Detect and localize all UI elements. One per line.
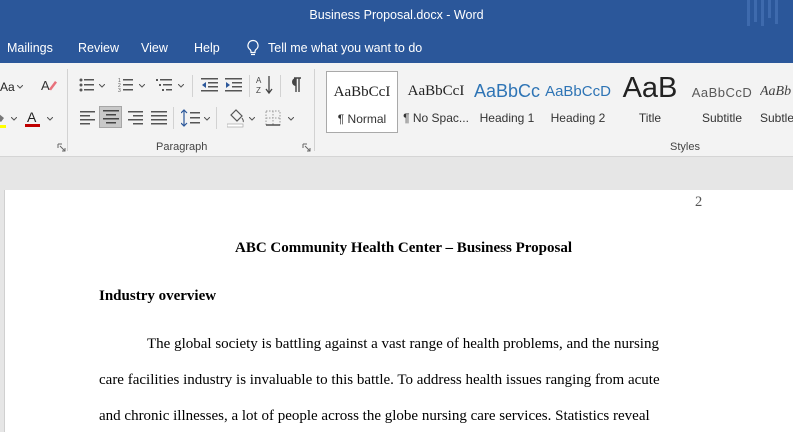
tab-help[interactable]: Help: [194, 41, 220, 55]
chevron-down-icon[interactable]: [47, 117, 53, 121]
multilevel-list-icon[interactable]: [156, 77, 174, 93]
paragraph-line[interactable]: The global society is battling against a…: [147, 336, 659, 353]
align-left-icon[interactable]: [80, 110, 96, 126]
chevron-down-icon[interactable]: [17, 85, 23, 89]
style-name: Subtle: [760, 111, 793, 125]
chevron-down-icon[interactable]: [99, 84, 105, 88]
style-subtitle[interactable]: AaBbCcD Subtitle: [688, 71, 756, 133]
paragraph-line[interactable]: care facilities industry is invaluable t…: [99, 372, 660, 389]
ribbon-separator: [173, 107, 174, 129]
section-heading[interactable]: Industry overview: [99, 288, 216, 305]
tell-me-label: Tell me what you want to do: [268, 41, 423, 55]
align-center-icon: [102, 110, 119, 124]
style-heading-2[interactable]: AaBbCcD Heading 2: [544, 71, 612, 133]
styles-group-label: Styles: [670, 141, 700, 153]
shading-icon[interactable]: [227, 108, 245, 128]
style-sample: AaBbCcI: [407, 83, 465, 99]
chevron-down-icon[interactable]: [204, 117, 210, 121]
style-title[interactable]: AaB Title: [614, 71, 686, 133]
chevron-down-icon[interactable]: [178, 84, 184, 88]
style-no-spacing[interactable]: AaBbCcI ¶ No Spac...: [400, 71, 472, 133]
ribbon-separator: [67, 69, 68, 151]
font-color-icon[interactable]: A: [25, 109, 41, 129]
tab-mailings[interactable]: Mailings: [7, 41, 53, 55]
align-center-button[interactable]: [99, 106, 122, 128]
clear-formatting-icon[interactable]: A: [41, 77, 57, 93]
paragraph-line[interactable]: and chronic illnesses, a lot of people a…: [99, 408, 650, 425]
paragraph-group-label: Paragraph: [156, 141, 208, 153]
increase-indent-icon[interactable]: [225, 77, 242, 93]
chevron-down-icon[interactable]: [11, 117, 17, 121]
decrease-indent-icon[interactable]: [201, 77, 218, 93]
align-right-icon[interactable]: [127, 110, 143, 126]
svg-text:Z: Z: [256, 86, 261, 95]
window-decoration-icon: [747, 0, 778, 26]
justify-icon[interactable]: [151, 110, 167, 126]
style-sample: AaB: [622, 72, 678, 104]
style-name: Heading 2: [550, 111, 606, 125]
window-title: Business Proposal.docx - Word: [309, 8, 484, 22]
document-workspace[interactable]: 2 ABC Community Health Center – Business…: [0, 157, 793, 432]
svg-text:A: A: [27, 109, 37, 125]
ribbon: Aa A A 1 2 3 A Z Paragraph AaBbCcI ¶ Nor…: [0, 63, 793, 157]
font-dialog-launcher-icon[interactable]: [57, 143, 66, 152]
styles-gallery: AaBbCcI ¶ Normal AaBbCcI ¶ No Spac... Aa…: [322, 69, 793, 137]
document-title[interactable]: ABC Community Health Center – Business P…: [5, 240, 793, 257]
style-normal[interactable]: AaBbCcI ¶ Normal: [326, 71, 398, 133]
chevron-down-icon[interactable]: [249, 117, 255, 121]
ribbon-separator: [249, 75, 250, 97]
style-name: ¶ No Spac...: [403, 111, 469, 125]
page-number: 2: [695, 194, 703, 210]
sort-icon[interactable]: A Z: [256, 75, 274, 95]
ribbon-separator: [192, 75, 193, 97]
ribbon-tabs: Mailings Review View Help Tell me what y…: [0, 33, 793, 63]
style-sample: AaBb: [760, 84, 792, 99]
numbering-icon[interactable]: 1 2 3: [118, 77, 134, 93]
document-page[interactable]: 2 ABC Community Health Center – Business…: [4, 190, 793, 432]
style-name: Heading 1: [479, 111, 535, 125]
style-sample: AaBbCc: [474, 81, 540, 101]
line-spacing-icon[interactable]: [181, 109, 201, 127]
paragraph-dialog-launcher-icon[interactable]: [302, 143, 311, 152]
style-subtle-emphasis[interactable]: AaBb Subtle: [760, 71, 793, 133]
ribbon-separator: [314, 69, 315, 151]
chevron-down-icon[interactable]: [139, 84, 145, 88]
change-case-button[interactable]: Aa: [0, 76, 15, 98]
chevron-down-icon[interactable]: [288, 117, 294, 121]
borders-icon[interactable]: [265, 110, 281, 126]
style-name: Subtitle: [701, 111, 743, 125]
style-sample: AaBbCcI: [333, 84, 391, 100]
change-case-label: Aa: [0, 80, 15, 94]
bullets-icon[interactable]: [79, 77, 95, 93]
style-heading-1[interactable]: AaBbCc Heading 1: [474, 71, 540, 133]
tab-review[interactable]: Review: [78, 41, 119, 55]
highlight-color-icon[interactable]: [0, 110, 8, 130]
tab-view[interactable]: View: [141, 41, 168, 55]
word-window: Business Proposal.docx - Word Mailings R…: [0, 0, 793, 432]
title-bar: Business Proposal.docx - Word: [0, 0, 793, 33]
svg-text:3: 3: [118, 88, 121, 93]
ribbon-separator: [280, 75, 281, 97]
svg-text:A: A: [256, 76, 262, 85]
style-sample: AaBbCcD: [691, 85, 753, 100]
style-name: Title: [638, 111, 662, 125]
tell-me-search[interactable]: Tell me what you want to do: [246, 38, 422, 58]
ribbon-separator: [216, 107, 217, 129]
style-sample: AaBbCcD: [545, 83, 611, 100]
show-formatting-marks-icon[interactable]: [288, 76, 302, 94]
style-name: ¶ Normal: [337, 112, 387, 126]
svg-text:A: A: [41, 78, 50, 93]
lightbulb-icon: [247, 39, 259, 56]
